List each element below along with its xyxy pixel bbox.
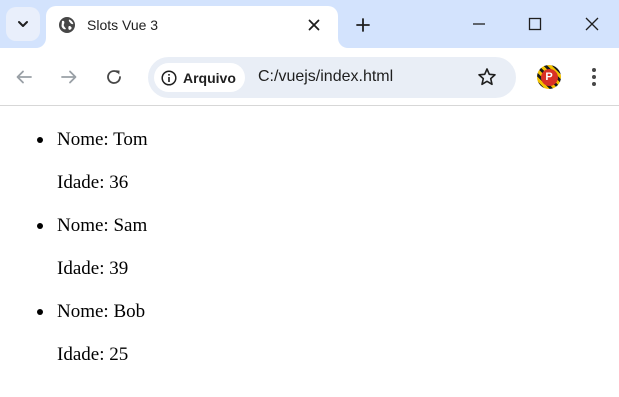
star-icon xyxy=(478,68,496,86)
page-content: Nome: Tom Idade: 36 Nome: Sam Idade: 39 … xyxy=(0,107,619,397)
back-button[interactable] xyxy=(12,65,36,89)
chevron-down-icon xyxy=(18,21,28,27)
profile-avatar[interactable]: P xyxy=(537,65,561,89)
minimize-icon xyxy=(473,23,485,25)
list-item: Nome: Tom Idade: 36 xyxy=(0,107,619,193)
tab-active[interactable]: Slots Vue 3 xyxy=(46,6,338,48)
new-tab-button[interactable] xyxy=(351,13,375,37)
window-maximize-button[interactable] xyxy=(523,12,547,36)
list-bullet xyxy=(37,309,43,315)
tab-close-button[interactable] xyxy=(304,15,324,35)
person-age: Idade: 25 xyxy=(57,344,129,365)
window-minimize-button[interactable] xyxy=(467,12,491,36)
person-age: Idade: 36 xyxy=(57,172,129,193)
plus-icon xyxy=(356,18,370,32)
profile-initial: P xyxy=(540,68,558,86)
person-age: Idade: 39 xyxy=(57,258,129,279)
browser-toolbar: Arquivo C:/vuejs/index.html P xyxy=(0,48,619,106)
browser-menu-button[interactable] xyxy=(584,65,604,89)
maximize-icon xyxy=(528,17,542,31)
arrow-left-icon xyxy=(16,70,32,84)
site-info-chip[interactable]: Arquivo xyxy=(154,63,245,92)
tab-title: Slots Vue 3 xyxy=(87,17,159,33)
arrow-right-icon xyxy=(61,70,77,84)
window-close-button[interactable] xyxy=(580,12,604,36)
tab-strip: Slots Vue 3 xyxy=(0,0,619,48)
list-bullet xyxy=(37,137,43,143)
globe-icon xyxy=(59,17,75,33)
close-icon xyxy=(308,19,320,31)
person-name: Nome: Tom xyxy=(57,129,148,150)
kebab-menu-icon xyxy=(592,68,596,86)
person-name: Nome: Bob xyxy=(57,301,146,322)
list-item: Nome: Sam Idade: 39 xyxy=(0,193,619,279)
info-icon xyxy=(161,69,177,86)
list-item: Nome: Bob Idade: 25 xyxy=(0,279,619,365)
reload-icon xyxy=(107,70,121,84)
list-bullet xyxy=(37,223,43,229)
close-icon xyxy=(585,17,599,31)
reload-button[interactable] xyxy=(102,65,126,89)
forward-button[interactable] xyxy=(57,65,81,89)
bookmark-button[interactable] xyxy=(476,66,498,88)
address-bar[interactable]: Arquivo C:/vuejs/index.html xyxy=(148,57,516,98)
person-name: Nome: Sam xyxy=(57,215,148,236)
url-text[interactable]: C:/vuejs/index.html xyxy=(258,68,393,86)
site-info-label: Arquivo xyxy=(183,69,236,86)
tab-search-button[interactable] xyxy=(6,7,40,41)
